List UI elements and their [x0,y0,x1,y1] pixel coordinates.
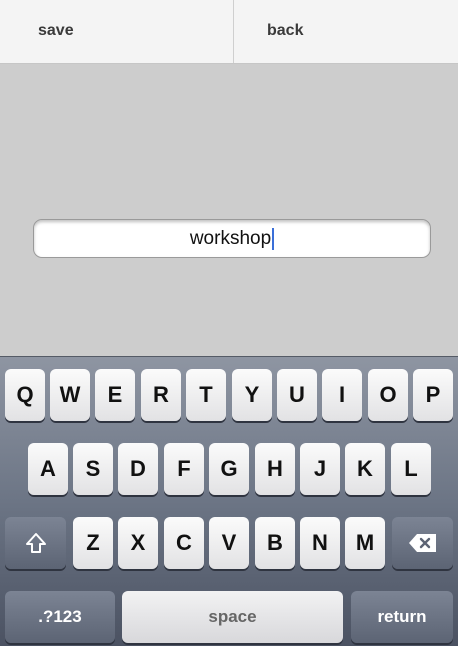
key-t[interactable]: T [186,369,226,421]
key-l[interactable]: L [391,443,431,495]
key-c[interactable]: C [164,517,204,569]
key-w[interactable]: W [50,369,90,421]
key-r[interactable]: R [141,369,181,421]
key-q[interactable]: Q [5,369,45,421]
text-cursor [272,227,275,250]
key-b[interactable]: B [255,517,295,569]
key-v[interactable]: V [209,517,249,569]
key-n[interactable]: N [300,517,340,569]
key-e[interactable]: E [95,369,135,421]
key-o[interactable]: O [368,369,408,421]
shift-icon [25,532,47,554]
content-area: workshop [0,64,458,356]
save-button[interactable]: save [0,0,233,63]
key-i[interactable]: I [322,369,362,421]
key-x[interactable]: X [118,517,158,569]
onscreen-keyboard: Q W E R T Y U I O P A S D F G H J K L Z … [0,356,458,646]
key-u[interactable]: U [277,369,317,421]
backspace-icon [408,533,438,553]
key-z[interactable]: Z [73,517,113,569]
key-m[interactable]: M [345,517,385,569]
backspace-key[interactable] [392,517,453,569]
back-button[interactable]: back [233,0,458,63]
return-key[interactable]: return [351,591,453,643]
key-d[interactable]: D [118,443,158,495]
key-p[interactable]: P [413,369,453,421]
numbers-key[interactable]: .?123 [5,591,115,643]
key-k[interactable]: K [345,443,385,495]
key-h[interactable]: H [255,443,295,495]
key-f[interactable]: F [164,443,204,495]
key-j[interactable]: J [300,443,340,495]
key-s[interactable]: S [73,443,113,495]
text-field-value: workshop [189,227,272,249]
key-y[interactable]: Y [232,369,272,421]
top-toolbar: save back [0,0,458,64]
key-g[interactable]: G [209,443,249,495]
space-key[interactable]: space [122,591,343,643]
key-a[interactable]: A [28,443,68,495]
shift-key[interactable] [5,517,66,569]
text-field[interactable]: workshop [33,219,431,258]
